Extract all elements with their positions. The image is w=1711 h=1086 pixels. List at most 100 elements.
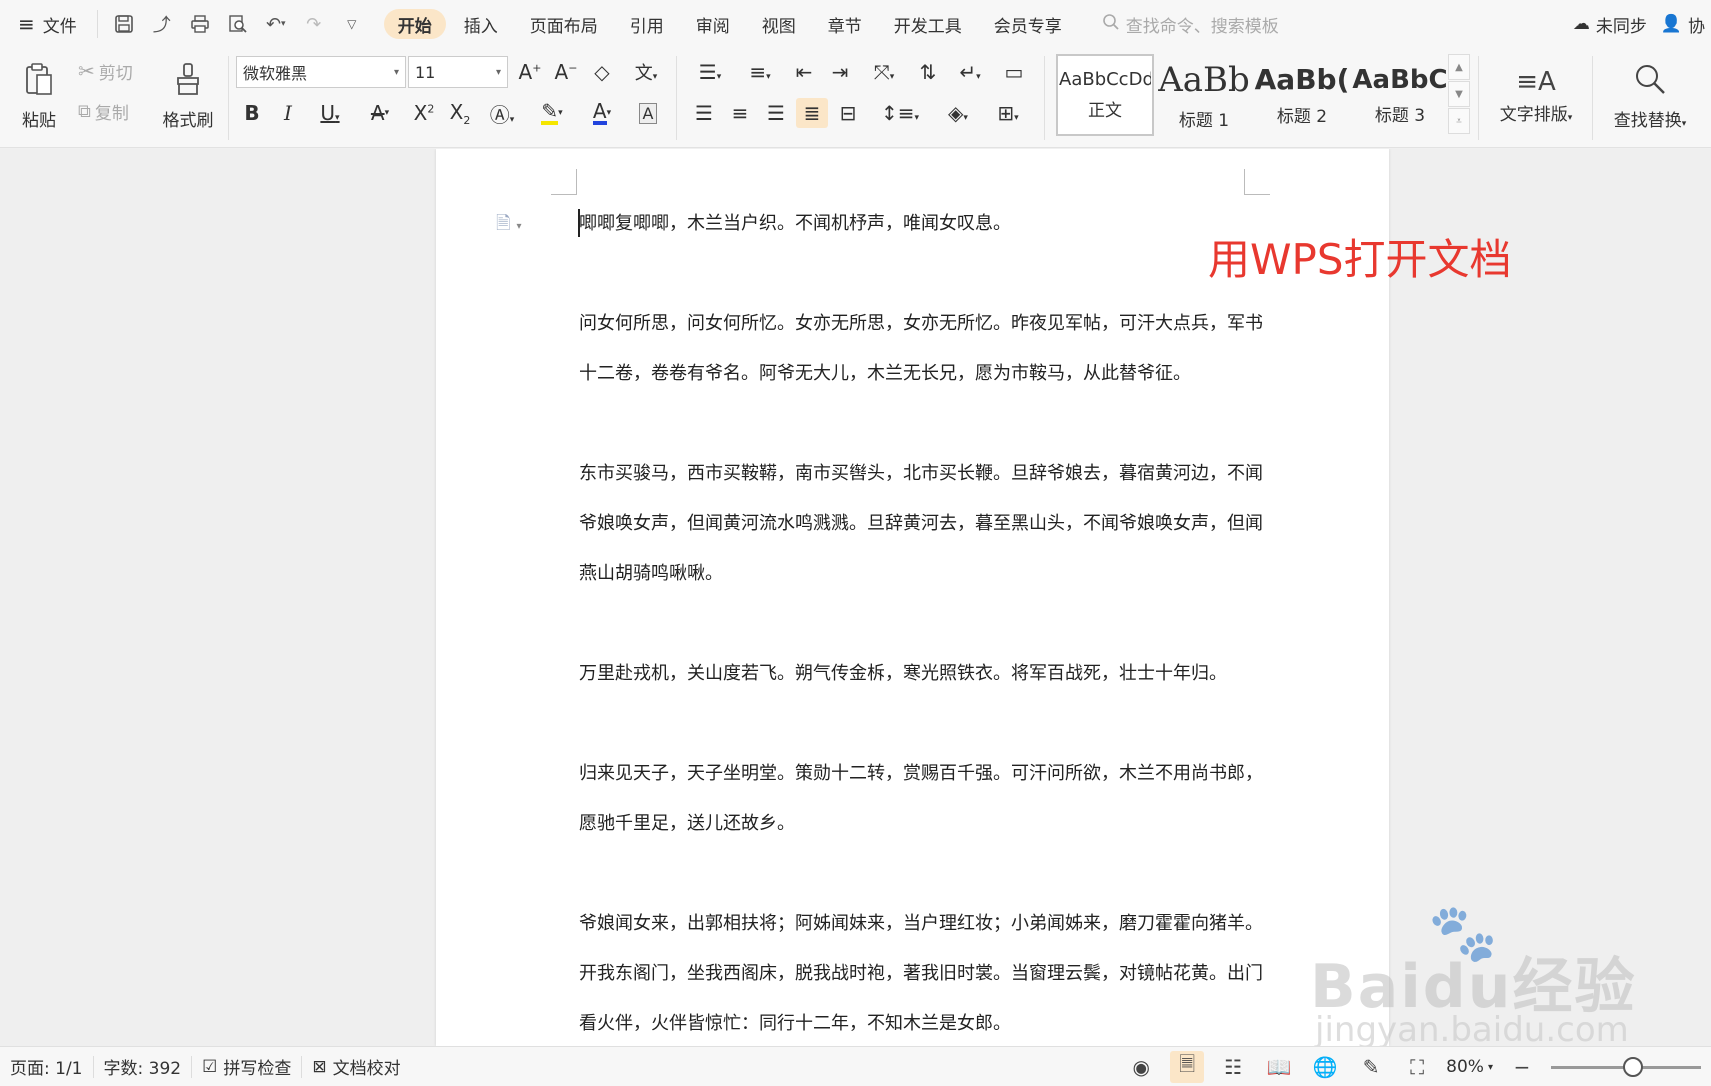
fit-page-button[interactable]: ⛶: [1400, 1051, 1434, 1083]
style-normal[interactable]: AaBbCcDd 正文: [1056, 54, 1154, 136]
clear-format-button[interactable]: ◇: [586, 57, 618, 87]
increase-font-button[interactable]: A+: [514, 57, 546, 87]
decrease-indent-button[interactable]: ⇤: [788, 57, 820, 87]
export-icon[interactable]: ⤴: [146, 8, 178, 40]
justify-button[interactable]: ≣: [796, 98, 828, 128]
bullet-list-button[interactable]: ☰▾: [688, 57, 732, 87]
underline-button[interactable]: U▾: [308, 98, 352, 128]
borders-button[interactable]: ⊞▾: [986, 98, 1030, 128]
tab-home[interactable]: 开始: [383, 9, 446, 39]
page-view-button[interactable]: 🗏: [1170, 1051, 1205, 1083]
text-layout-button[interactable]: ≡A 文字排版▾: [1486, 54, 1586, 138]
style-name: 标题 3: [1374, 105, 1426, 126]
ribbon-divider: [676, 56, 677, 140]
text-effect-button[interactable]: Ⓐ▾: [480, 98, 524, 128]
styles-expand[interactable]: ⩡: [1448, 108, 1470, 134]
redo-icon[interactable]: ↷: [298, 8, 330, 40]
text-line: 问女何所思，问女何所忆。女亦无所思，女亦无所忆。昨夜见军帖，可汗大点兵，军书: [579, 313, 1263, 334]
tab-references[interactable]: 引用: [616, 9, 678, 39]
write-view-button[interactable]: ✎: [1354, 1051, 1388, 1083]
tab-review[interactable]: 审阅: [682, 9, 744, 39]
tab-member[interactable]: 会员专享: [980, 9, 1076, 39]
cut-button[interactable]: ✂ 剪切: [78, 56, 133, 86]
save-icon[interactable]: [108, 8, 140, 40]
subscript-button[interactable]: X2: [444, 98, 476, 128]
paragraph[interactable]: 问女何所思，问女何所忆。女亦无所思，女亦无所忆。昨夜见军帖，可汗大点兵，军书 十…: [579, 299, 1263, 399]
shading-button[interactable]: ◈▾: [936, 98, 980, 128]
char-border-button[interactable]: A: [632, 98, 664, 128]
font-color-button[interactable]: A ▾: [580, 98, 624, 128]
word-count[interactable]: 字数: 392: [94, 1047, 192, 1086]
find-replace-label: 查找替换▾: [1613, 110, 1687, 131]
collaborate-button[interactable]: 👤 协: [1661, 12, 1705, 37]
zoom-slider-knob[interactable]: [1623, 1056, 1643, 1077]
paragraph[interactable]: 爷娘闻女来，出郭相扶将；阿姊闻妹来，当户理红妆；小弟闻姊来，磨刀霍霍向猪羊。 开…: [579, 899, 1263, 1046]
styles-scroll-up[interactable]: ▲: [1448, 54, 1470, 80]
copy-button[interactable]: ⧉ 复制: [78, 96, 129, 126]
paragraph[interactable]: 归来见天子，天子坐明堂。策勋十二转，赏赐百千强。可汗问所欲，木兰不用尚书郎， 愿…: [579, 749, 1263, 849]
print-icon[interactable]: [184, 8, 216, 40]
paste-label: 粘贴: [22, 110, 56, 131]
show-marks-button[interactable]: ↵▾: [948, 57, 992, 87]
paragraph[interactable]: 东市买骏马，西市买鞍鞯，南市买辔头，北市买长鞭。旦辞爷娘去，暮宿黄河边，不闻 爷…: [579, 449, 1263, 599]
style-heading-3[interactable]: AaBbC 标题 3: [1352, 54, 1448, 136]
line-spacing-button[interactable]: ↕≡▾: [878, 98, 922, 128]
chinese-layout-button[interactable]: ⤧▾: [862, 57, 906, 87]
font-size-select[interactable]: 11 ▾: [408, 56, 508, 88]
reading-view-button[interactable]: 📖: [1262, 1051, 1296, 1083]
sort-button[interactable]: ⇅: [912, 57, 944, 87]
zoom-select[interactable]: 80% ▾: [1446, 1057, 1493, 1077]
eye-protect-button[interactable]: ◉: [1124, 1051, 1158, 1083]
tab-view[interactable]: 视图: [748, 9, 810, 39]
style-heading-2[interactable]: AaBb( 标题 2: [1254, 54, 1350, 136]
paste-button[interactable]: 粘贴: [10, 54, 68, 138]
paragraph[interactable]: 万里赴戎机，关山度若飞。朔气传金柝，寒光照铁衣。将军百战死，壮士十年归。: [579, 649, 1259, 699]
decrease-font-button[interactable]: A−: [550, 57, 582, 87]
superscript-button[interactable]: X2: [408, 98, 440, 128]
topbar-right: ☁ 未同步 👤 协: [1573, 0, 1711, 48]
style-sample: AaBbC: [1352, 64, 1448, 95]
outline-view-button[interactable]: ☷: [1216, 1051, 1250, 1083]
file-menu-button[interactable]: ≡ 文件: [0, 0, 91, 48]
command-search[interactable]: 查找命令、搜索模板: [1102, 12, 1279, 37]
web-view-button[interactable]: 🌐: [1308, 1051, 1342, 1083]
sync-status-button[interactable]: ☁ 未同步: [1573, 12, 1647, 37]
paragraph-handle[interactable]: 🗎 ▾: [496, 211, 522, 241]
phonetic-guide-button[interactable]: 文▾: [624, 57, 668, 87]
find-replace-button[interactable]: 查找替换▾: [1600, 54, 1700, 138]
align-left-button[interactable]: ☰: [688, 98, 720, 128]
strikethrough-button[interactable]: A ▾: [358, 98, 402, 128]
spell-check-button[interactable]: ☑ 拼写检查: [192, 1047, 301, 1086]
zoom-slider[interactable]: [1551, 1056, 1701, 1077]
tab-insert[interactable]: 插入: [450, 9, 512, 39]
format-painter-button[interactable]: 格式刷: [156, 54, 220, 138]
top-menu-bar: ≡ 文件 ⤴ ↶ ▾ ↷ ▽ 开始 插入 页面布局 引用 审阅 视图 章节 开发工…: [0, 0, 1711, 48]
increase-indent-button[interactable]: ⇥: [824, 57, 856, 87]
page-indicator[interactable]: 页面: 1/1: [0, 1047, 93, 1086]
highlighter-icon: ✎: [541, 99, 559, 125]
italic-button[interactable]: I: [272, 98, 304, 128]
table-tools-button[interactable]: ▭: [998, 57, 1030, 87]
proofread-button[interactable]: ⊠ 文档校对: [302, 1047, 410, 1086]
text-line: 爷娘闻女来，出郭相扶将；阿姊闻妹来，当户理红妆；小弟闻姊来，磨刀霍霍向猪羊。: [579, 913, 1263, 934]
customize-chevron-icon[interactable]: ▽: [336, 8, 368, 40]
sort-icon: ⇅: [919, 60, 937, 84]
print-preview-icon[interactable]: [222, 8, 254, 40]
styles-scroll-down[interactable]: ▼: [1448, 81, 1470, 107]
style-heading-1[interactable]: AaBb 标题 1: [1156, 54, 1252, 136]
bold-button[interactable]: B: [236, 98, 268, 128]
font-name-select[interactable]: 微软雅黑 ▾: [236, 56, 406, 88]
tab-page-layout[interactable]: 页面布局: [516, 9, 612, 39]
numbered-list-button[interactable]: ≡▾: [738, 57, 782, 87]
align-center-button[interactable]: ≡: [724, 98, 756, 128]
globe-icon: 🌐: [1312, 1055, 1338, 1079]
tab-developer[interactable]: 开发工具: [880, 9, 976, 39]
distributed-button[interactable]: ⊟: [832, 98, 864, 128]
align-right-button[interactable]: ☰: [760, 98, 792, 128]
tab-chapter[interactable]: 章节: [814, 9, 876, 39]
zoom-out-button[interactable]: −: [1505, 1051, 1539, 1083]
paragraph[interactable]: 唧唧复唧唧，木兰当户织。不闻机杼声，唯闻女叹息。: [579, 199, 1259, 249]
undo-icon[interactable]: ↶ ▾: [260, 8, 292, 40]
highlight-button[interactable]: ✎ ▾: [530, 98, 574, 128]
chevron-down-icon: ▾: [495, 66, 501, 78]
